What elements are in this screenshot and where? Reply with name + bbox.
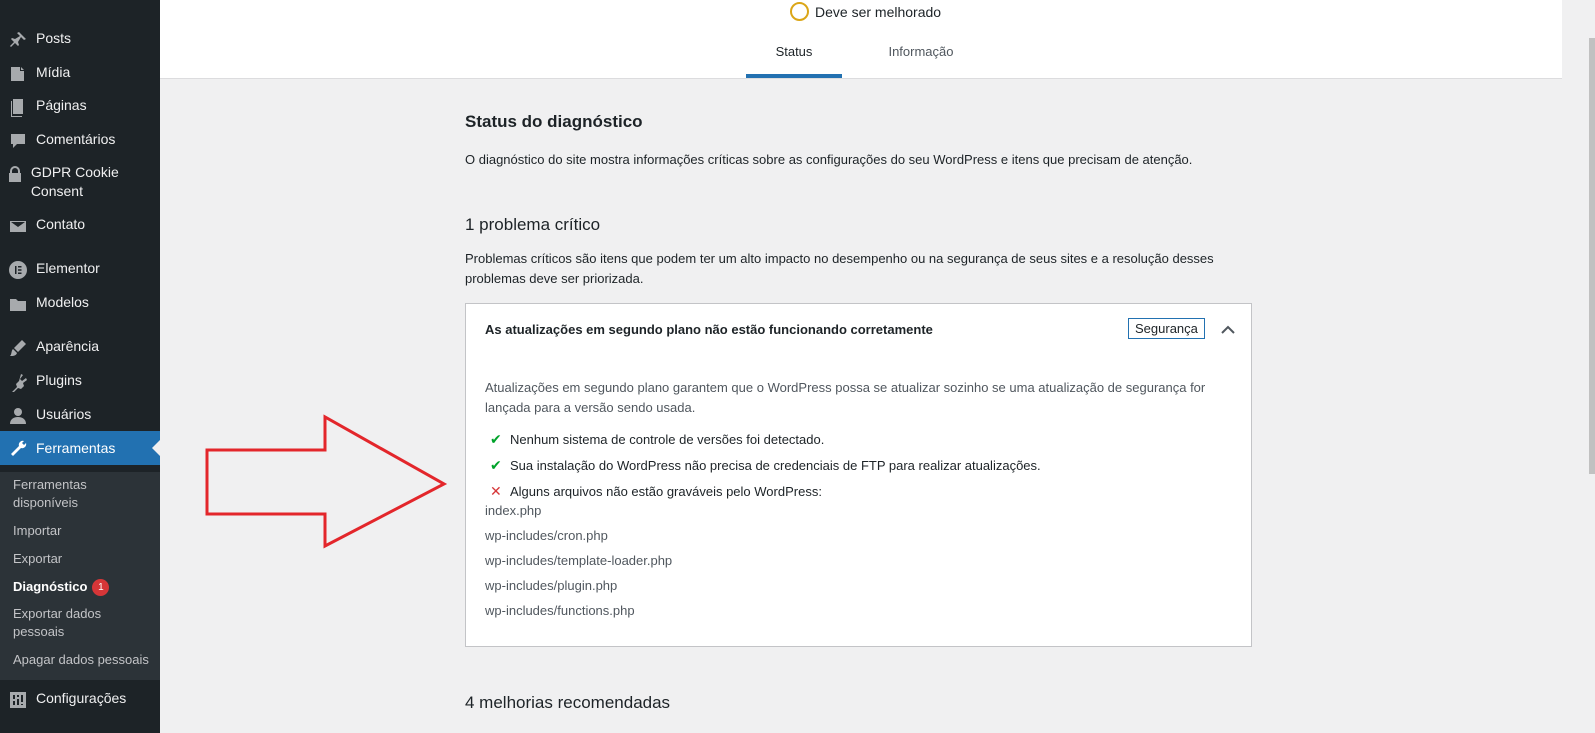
lock-icon (0, 163, 31, 184)
score-label: Deve ser melhorado (815, 3, 942, 20)
submenu-item-export[interactable]: Exportar (13, 550, 153, 568)
check-item: ✔ Nenhum sistema de controle de versões … (490, 431, 824, 448)
critical-heading: 1 problema crítico (465, 215, 601, 234)
red-arrow-annotation (205, 414, 448, 549)
folder-icon (0, 293, 36, 314)
submenu-item-import[interactable]: Importar (13, 522, 153, 540)
sidebar-item-settings[interactable]: Configurações (0, 689, 160, 710)
file-path: wp-includes/template-loader.php (485, 553, 673, 568)
tab-info-label: Informação (888, 44, 954, 59)
sidebar-item-tools[interactable]: Ferramentas (0, 431, 160, 465)
chevron-up-icon[interactable] (1218, 320, 1238, 340)
submenu-item-available-tools[interactable]: Ferramentas disponíveis (13, 476, 153, 512)
file-path: wp-includes/functions.php (485, 603, 635, 618)
sidebar-item-media[interactable]: Mídia (0, 63, 160, 84)
critical-description: Problemas críticos são itens que podem t… (465, 251, 1214, 286)
check-text: Nenhum sistema de controle de versões fo… (510, 432, 825, 447)
issue-category-badge: Segurança (1128, 318, 1205, 339)
check-item: ✕ Alguns arquivos não estão graváveis pe… (490, 483, 822, 500)
envelope-icon (0, 215, 36, 236)
issue-title[interactable]: As atualizações em segundo plano não est… (485, 322, 933, 337)
sidebar-item-appearance[interactable]: Aparência (0, 337, 160, 358)
check-text: Sua instalação do WordPress não precisa … (510, 458, 1041, 473)
scrollbar-thumb[interactable] (1589, 38, 1595, 474)
page-description: O diagnóstico do site mostra informações… (465, 152, 1193, 167)
admin-sidebar: Posts Mídia Páginas Comentários GDPR Coo… (0, 0, 160, 733)
sidebar-item-comments[interactable]: Comentários (0, 130, 160, 151)
health-score: Deve ser melhorado (790, 2, 941, 21)
check-text: Alguns arquivos não estão graváveis pelo… (510, 484, 822, 499)
sidebar-item-gdpr[interactable]: GDPR Cookie Consent (0, 163, 160, 201)
sidebar-item-posts[interactable]: Posts (0, 29, 160, 50)
check-item: ✔ Sua instalação do WordPress não precis… (490, 457, 1041, 474)
checkmark-icon: ✔ (490, 457, 502, 473)
user-icon (0, 405, 36, 426)
submenu-item-site-health-label: Diagnóstico (13, 579, 88, 594)
file-path: index.php (485, 503, 542, 518)
elementor-icon (0, 259, 36, 280)
file-path: wp-includes/plugin.php (485, 578, 618, 593)
sidebar-item-plugins[interactable]: Plugins (0, 371, 160, 392)
media-icon (0, 63, 36, 84)
issue-panel: As atualizações em segundo plano não est… (465, 303, 1252, 647)
pages-icon (0, 96, 36, 117)
checkmark-icon: ✔ (490, 431, 502, 447)
settings-sliders-icon (0, 689, 36, 710)
pin-icon (0, 29, 36, 50)
tab-status[interactable]: Status (746, 44, 842, 78)
tab-status-label: Status (775, 44, 813, 59)
sidebar-item-users[interactable]: Usuários (0, 405, 160, 426)
submenu-item-export-personal-data[interactable]: Exportar dados pessoais (13, 605, 153, 641)
site-health-content: Status do diagnóstico O diagnóstico do s… (465, 112, 1255, 289)
tab-info[interactable]: Informação (875, 44, 967, 78)
wrench-icon (0, 438, 36, 459)
issue-description: Atualizações em segundo plano garantem q… (485, 380, 1206, 415)
sidebar-item-elementor[interactable]: Elementor (0, 259, 160, 280)
brush-icon (0, 337, 36, 358)
submenu-item-erase-personal-data[interactable]: Apagar dados pessoais (13, 651, 153, 669)
page-title: Status do diagnóstico (465, 112, 643, 131)
plugin-icon (0, 371, 36, 392)
sidebar-item-contact[interactable]: Contato (0, 215, 160, 236)
submenu-item-site-health[interactable]: Diagnóstico 1 (13, 578, 153, 596)
file-path: wp-includes/cron.php (485, 528, 608, 543)
cross-icon: ✕ (490, 483, 502, 499)
comment-icon (0, 130, 36, 151)
sidebar-item-pages[interactable]: Páginas (0, 96, 160, 117)
recommended-heading: 4 melhorias recomendadas (465, 693, 671, 712)
page-scrollbar[interactable] (1562, 0, 1595, 733)
sidebar-item-templates[interactable]: Modelos (0, 293, 160, 314)
score-ring-icon (790, 2, 809, 21)
count-badge: 1 (92, 579, 110, 596)
tools-submenu: Ferramentas disponíveis Importar Exporta… (0, 472, 160, 680)
active-indicator (152, 440, 160, 456)
site-health-header: Deve ser melhorado Status Informação (160, 0, 1562, 79)
